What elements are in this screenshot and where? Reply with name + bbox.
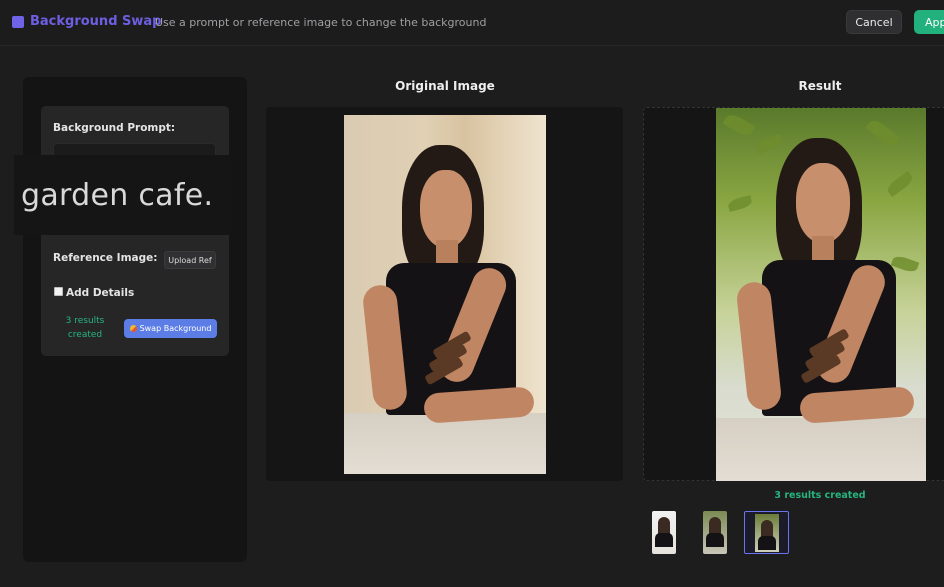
apply-button[interactable]: App [914,10,944,34]
leaf [885,171,915,197]
add-details-checkbox[interactable] [54,287,63,296]
swap-background-label: Swap Background [139,324,212,333]
add-details-label: Add Details [66,287,135,299]
thumbnail-figure-body [758,536,776,550]
result-thumbnail-2[interactable] [703,511,727,554]
results-count-line-1: 3 results [65,316,105,326]
top-bar: Background Swap Use a prompt or referenc… [0,0,944,46]
thumbnail-figure-body [706,533,724,547]
leaf [722,111,756,139]
cancel-button[interactable]: Cancel [846,10,902,34]
results-count-line-2: created [67,330,103,340]
face [420,170,472,248]
app-subtitle: Use a prompt or reference image to chang… [155,16,487,29]
leaf [890,253,920,275]
results-caption: 3 results created [774,490,866,501]
leaf [754,133,784,155]
face [796,163,850,243]
leaf [865,116,901,150]
prompt-zoom-overlay: garden cafe. [14,155,231,235]
swap-background-button[interactable]: Swap Background [124,319,217,338]
app-logo-icon [12,16,24,28]
result-thumbnail-1[interactable] [652,511,676,554]
prompt-label: Background Prompt: [53,122,176,134]
result-thumbnail-3-selected[interactable] [744,511,789,554]
app-title: Background Swap [30,14,162,29]
thumbnail-image [755,514,779,552]
original-image-title: Original Image [395,79,495,93]
table-surface [716,417,926,481]
reference-label: Reference Image: [53,252,158,264]
original-image [344,115,546,474]
swap-icon [129,325,137,332]
upload-ref-button[interactable]: Upload Ref [164,251,216,269]
leaf [726,195,754,212]
results-count-sidebar: 3 results created [60,314,110,342]
result-title: Result [798,79,842,93]
result-image [716,108,926,481]
thumbnail-figure-body [655,533,673,547]
